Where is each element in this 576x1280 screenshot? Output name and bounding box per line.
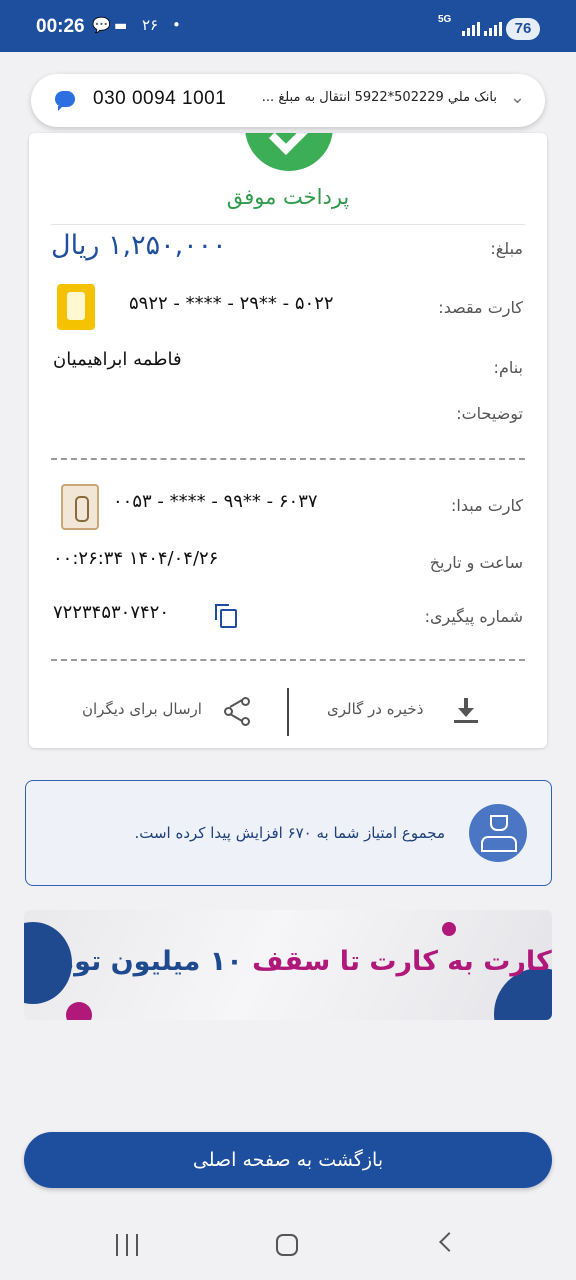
- recents-icon[interactable]: [116, 1234, 138, 1256]
- points-banner: مجموع امتیاز شما به ۶۷۰ افزایش پیدا کرده…: [25, 780, 552, 886]
- promo-banner[interactable]: کارت به کارت تا سقف ۱۰ میلیون تومان: [24, 910, 552, 1020]
- status-extra: ۲۶: [142, 16, 159, 34]
- dot-icon: •: [172, 16, 181, 34]
- status-bar: 00:26 💬 ▬ ۲۶ • 5G 76: [0, 0, 576, 52]
- share-icon: [224, 697, 254, 727]
- notification-text: بانک ملي 502229*5922 انتقال به مبلغ ...: [261, 90, 497, 105]
- name-label: بنام:: [493, 358, 523, 377]
- battery-icon: 76: [506, 18, 540, 40]
- promo-text-part1: کارت به کارت تا سقف: [242, 946, 552, 977]
- dest-bank-logo-icon: [57, 284, 95, 330]
- decor-circle: [442, 922, 456, 936]
- receipt-card: پرداخت موفق مبلغ: ۱,۲۵۰,۰۰۰ ریال کارت مق…: [29, 133, 547, 748]
- status-title: پرداخت موفق: [226, 185, 350, 209]
- message-bubble-icon: [55, 91, 75, 111]
- share-label: ارسال برای دیگران: [82, 700, 202, 718]
- back-icon[interactable]: [439, 1232, 459, 1252]
- dashed-divider: [51, 659, 525, 661]
- system-nav-bar: [0, 1210, 576, 1280]
- divider: [51, 224, 525, 225]
- clock: 00:26: [36, 16, 85, 37]
- source-bank-logo-icon: [61, 484, 99, 530]
- promo-text-highlight: ۱۰ میلیون تومان: [24, 946, 243, 977]
- notification-indicator-icon: ▬: [114, 18, 128, 34]
- dest-card-label: کارت مقصد:: [438, 298, 523, 317]
- home-icon[interactable]: [276, 1234, 298, 1256]
- save-label: ذخیره در گالری: [327, 700, 424, 718]
- amount-label: مبلغ:: [490, 239, 523, 258]
- promo-text: کارت به کارت تا سقف ۱۰ میلیون تومان: [24, 946, 552, 977]
- datetime-label: ساعت و تاریخ: [429, 553, 523, 572]
- copy-icon[interactable]: [215, 604, 237, 628]
- action-divider: [287, 688, 289, 736]
- back-to-home-button[interactable]: بازگشت به صفحه اصلی: [24, 1132, 552, 1188]
- decor-circle: [66, 1002, 92, 1020]
- tracking-value: ۷۲۲۳۴۵۳۰۷۴۲۰: [53, 602, 170, 623]
- description-label: توضیحات:: [456, 404, 523, 423]
- points-text: مجموع امتیاز شما به ۶۷۰ افزایش پیدا کرده…: [134, 824, 445, 842]
- datetime-value: ۱۴۰۴/۰۴/۲۶ ۰۰:۲۶:۳۴: [53, 548, 219, 569]
- amount-value: ۱,۲۵۰,۰۰۰ ریال: [51, 230, 227, 261]
- dest-card-value: ۵۰۲۲ - **۲۹ - **** - ۵۹۲۲: [129, 293, 334, 314]
- name-value: فاطمه ابراهیمیان: [53, 349, 182, 370]
- trophy-group-icon: [469, 804, 527, 862]
- tracking-label: شماره پیگیری:: [424, 607, 523, 626]
- network-type: 5G: [438, 14, 452, 25]
- success-check-icon: [245, 133, 333, 171]
- signal-icon-2: [484, 22, 502, 36]
- dashed-divider: [51, 458, 525, 460]
- chevron-down-icon[interactable]: ⌄: [510, 87, 525, 108]
- signal-icon: [462, 22, 480, 36]
- source-card-label: کارت مبدا:: [451, 496, 523, 515]
- source-card-value: ۶۰۳۷ - **۹۹ - **** - ۰۰۵۳: [113, 491, 318, 512]
- chat-icon: 💬: [92, 16, 111, 34]
- sms-notification[interactable]: 030 0094 1001 بانک ملي 502229*5922 انتقا…: [31, 74, 545, 127]
- download-icon: [454, 698, 478, 724]
